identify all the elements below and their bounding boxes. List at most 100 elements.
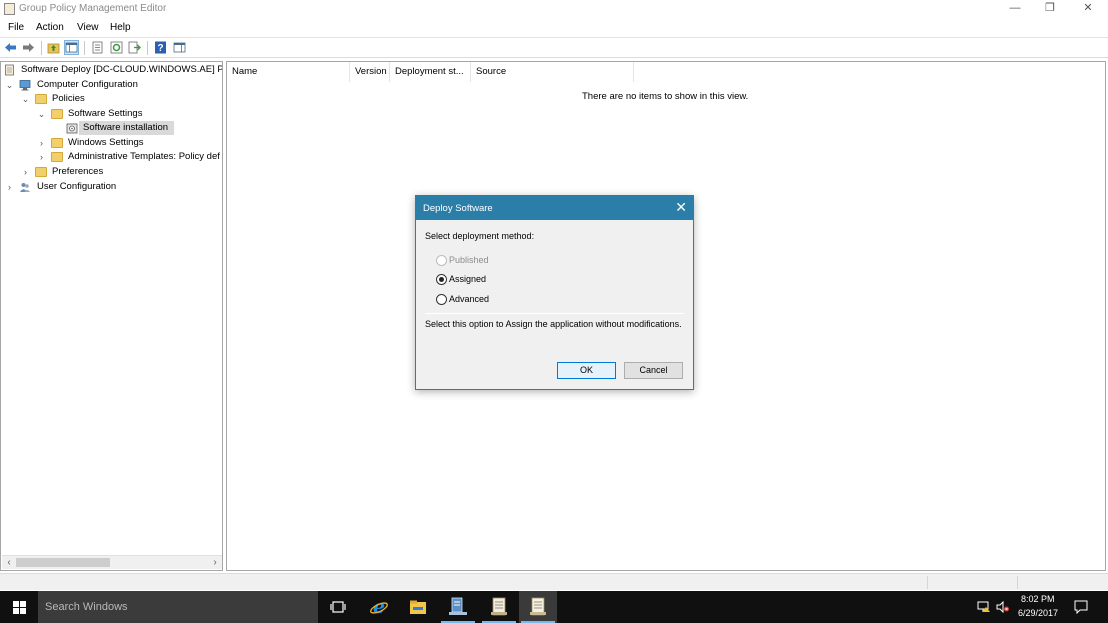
software-installation-icon <box>66 123 78 134</box>
users-icon <box>20 183 30 192</box>
show-hide-console-tree-icon[interactable] <box>64 40 79 55</box>
option-description: Select this option to Assign the applica… <box>425 319 682 329</box>
toolbar-separator <box>84 41 85 55</box>
tree-item-software-installation[interactable]: Software installation <box>4 121 222 135</box>
windows-logo-pane <box>20 608 26 614</box>
tree-item-administrative-templates[interactable]: › Administrative Templates: Policy def <box>4 150 222 164</box>
taskbar-server-manager[interactable] <box>439 591 477 623</box>
close-button[interactable]: ✕ <box>1070 0 1106 18</box>
radio-label-advanced[interactable]: Advanced <box>449 294 489 304</box>
scroll-left-icon[interactable]: ‹ <box>2 556 16 570</box>
tree-item-preferences[interactable]: › Preferences <box>4 165 222 179</box>
taskbar-internet-explorer[interactable]: e <box>360 591 398 623</box>
chevron-down-icon[interactable]: ⌄ <box>5 78 14 92</box>
windows-logo-pane <box>13 608 19 614</box>
server-manager-icon <box>449 597 467 615</box>
chevron-down-icon[interactable]: ⌄ <box>37 107 46 121</box>
action-center-icon[interactable] <box>1074 600 1088 614</box>
help-icon[interactable]: ? <box>154 41 167 54</box>
status-divider <box>1017 576 1018 589</box>
export-list-icon[interactable] <box>128 41 141 54</box>
taskbar-group-policy-editor[interactable] <box>519 591 557 623</box>
tree-item-root[interactable]: Software Deploy [DC-CLOUD.WINDOWS.AE] Po <box>4 63 222 77</box>
volume-muted-icon[interactable] <box>996 601 1010 613</box>
properties-icon[interactable] <box>91 41 104 54</box>
toolbar-separator <box>147 41 148 55</box>
tree-item-user-configuration[interactable]: › User Configuration <box>4 180 222 194</box>
chevron-right-icon[interactable]: › <box>37 150 46 164</box>
taskbar-group-policy-management[interactable] <box>480 591 518 623</box>
horizontal-scrollbar[interactable]: ‹ › <box>2 555 222 569</box>
dialog-separator <box>425 313 684 314</box>
tree-label: Software Deploy [DC-CLOUD.WINDOWS.AE] Po <box>21 64 223 75</box>
group-policy-scroll-icon <box>491 597 507 616</box>
show-action-pane-icon[interactable] <box>173 41 186 54</box>
tree-label: Preferences <box>52 166 104 177</box>
forward-arrow-icon[interactable] <box>22 41 35 54</box>
status-bar <box>0 573 1108 590</box>
tree-label: Software installation <box>83 122 169 133</box>
windows-logo-icon <box>13 601 19 607</box>
tree-label: User Configuration <box>37 181 117 192</box>
clock-date[interactable]: 6/29/2017 <box>1018 608 1058 618</box>
network-warning-icon[interactable] <box>977 601 991 613</box>
tree-label: Administrative Templates: Policy def <box>68 151 220 162</box>
menu-action[interactable]: Action <box>36 22 64 33</box>
column-header-version[interactable]: Version <box>350 62 390 82</box>
scrollbar-thumb[interactable] <box>16 558 110 567</box>
gpme-app-icon <box>4 3 15 15</box>
ok-button[interactable]: OK <box>557 362 616 379</box>
dialog-title: Deploy Software <box>423 203 493 214</box>
menu-view[interactable]: View <box>77 22 99 33</box>
toolbar: ? <box>0 37 1108 58</box>
computer-icon <box>19 80 31 91</box>
radio-label-assigned[interactable]: Assigned <box>449 274 486 284</box>
chevron-right-icon[interactable]: › <box>21 165 30 179</box>
file-explorer-icon <box>410 600 426 614</box>
chevron-down-icon[interactable]: ⌄ <box>21 92 30 106</box>
tree-label: Computer Configuration <box>37 79 138 90</box>
task-view-icon <box>330 601 346 613</box>
gpo-scroll-icon <box>5 64 14 76</box>
chevron-right-icon[interactable]: › <box>5 180 14 194</box>
tree-label: Software Settings <box>68 108 143 119</box>
column-header-deployment-state[interactable]: Deployment st... <box>390 62 471 82</box>
folder-icon <box>35 94 47 104</box>
empty-list-message: There are no items to show in this view. <box>582 91 749 102</box>
menu-help[interactable]: Help <box>110 22 131 33</box>
radio-label-published: Published <box>449 255 489 265</box>
radio-assigned[interactable] <box>436 274 447 285</box>
tree-item-computer-configuration[interactable]: ⌄ Computer Configuration <box>4 78 222 92</box>
tree-item-software-settings[interactable]: ⌄ Software Settings <box>4 107 222 121</box>
back-arrow-icon[interactable] <box>4 41 17 54</box>
refresh-icon[interactable] <box>110 41 123 54</box>
start-button[interactable] <box>0 591 38 623</box>
deploy-software-dialog: Deploy Software ✕ Select deployment meth… <box>415 195 694 390</box>
radio-advanced[interactable] <box>436 294 447 305</box>
column-header-source[interactable]: Source <box>471 62 634 82</box>
taskbar-file-explorer[interactable] <box>399 591 437 623</box>
taskbar: Search Windows e 8:02 PM 6/29/2017 <box>0 591 1108 623</box>
taskbar-search-box[interactable]: Search Windows <box>38 591 318 623</box>
tree-item-windows-settings[interactable]: › Windows Settings <box>4 136 222 150</box>
scroll-right-icon[interactable]: › <box>208 556 222 570</box>
folder-icon <box>35 167 47 177</box>
restore-button[interactable]: ❐ <box>1032 0 1068 18</box>
radio-published <box>436 255 447 266</box>
svg-text:?: ? <box>157 43 163 54</box>
menu-bar: File Action View Help <box>0 19 1108 37</box>
task-view-button[interactable] <box>318 591 356 623</box>
chevron-right-icon[interactable]: › <box>37 136 46 150</box>
clock-time[interactable]: 8:02 PM <box>1021 594 1055 604</box>
menu-file[interactable]: File <box>8 22 24 33</box>
cancel-button[interactable]: Cancel <box>624 362 683 379</box>
tree-item-policies[interactable]: ⌄ Policies <box>4 92 222 106</box>
minimize-button[interactable]: — <box>997 0 1033 18</box>
group-policy-editor-icon <box>530 597 546 616</box>
dialog-close-icon[interactable]: ✕ <box>675 199 687 216</box>
toolbar-separator <box>41 41 42 55</box>
dialog-title-bar[interactable]: Deploy Software ✕ <box>416 196 693 220</box>
column-header-name[interactable]: Name <box>227 62 350 82</box>
window-title: Group Policy Management Editor <box>19 3 167 14</box>
up-folder-icon[interactable] <box>47 41 60 54</box>
